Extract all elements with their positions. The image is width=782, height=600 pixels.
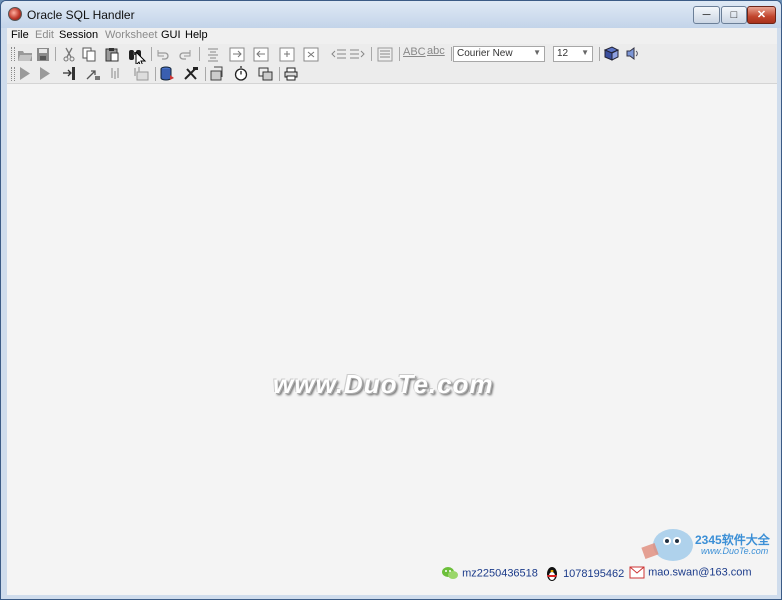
wechat-id: mz2250436518 [462, 567, 538, 580]
execute-button[interactable] [17, 66, 33, 81]
maximize-button[interactable]: □ [721, 6, 747, 24]
undo-icon [157, 50, 169, 60]
open-folder-icon [18, 51, 32, 61]
printer-icon [284, 67, 298, 81]
snapshot-button[interactable] [257, 66, 273, 81]
scissors-icon [63, 47, 75, 62]
email-address: mao.swan@163.com [648, 566, 752, 579]
commit-button[interactable] [109, 66, 125, 81]
title-bar[interactable]: Oracle SQL Handler ─ □ ✕ [1, 1, 781, 28]
align-center-button[interactable] [205, 47, 221, 62]
copy-button[interactable] [81, 47, 97, 62]
menu-bar: File Edit Session Worksheet GUI Help [7, 28, 777, 44]
qq-contact[interactable]: 1078195462 [544, 566, 624, 582]
font-size-select[interactable]: 12 ▼ [553, 46, 593, 62]
menu-edit[interactable]: Edit [35, 29, 54, 41]
close-button[interactable]: ✕ [747, 6, 776, 24]
uppercase-button[interactable]: ABC [403, 46, 426, 61]
shift-right-button[interactable] [349, 47, 365, 62]
wechat-icon [442, 567, 458, 579]
uncomment-block-icon [303, 47, 319, 62]
indent-right-button[interactable] [229, 47, 245, 62]
brand-logo: 2345软件大全 www.DuoTe.com [637, 521, 777, 567]
step-into-icon [63, 67, 75, 80]
comment-block-icon [279, 47, 295, 62]
floppy-icon [37, 48, 49, 61]
step-out-icon [86, 70, 100, 80]
paste-button[interactable] [104, 47, 120, 62]
print-button[interactable] [283, 66, 299, 81]
uncomment-block-button[interactable] [303, 47, 319, 62]
play-icon [20, 67, 30, 80]
rollback-button[interactable] [133, 66, 149, 81]
play-icon [40, 67, 50, 80]
save-button[interactable] [35, 47, 51, 62]
toolbar-grip[interactable] [11, 47, 15, 61]
step-into-button[interactable] [61, 66, 77, 81]
toolbar-grip[interactable] [11, 67, 15, 81]
help-book-button[interactable] [603, 46, 619, 61]
window-title: Oracle SQL Handler [27, 8, 135, 22]
menu-gui[interactable]: GUI [161, 29, 181, 41]
tools-button[interactable] [183, 66, 199, 81]
sound-button[interactable] [625, 46, 641, 61]
wechat-contact[interactable]: mz2250436518 [441, 566, 538, 581]
explain-plan-button[interactable] [209, 66, 225, 81]
commit-icon [111, 68, 119, 79]
shift-left-button[interactable] [331, 47, 347, 62]
workspace-area[interactable]: www.DuoTe.com [7, 84, 777, 595]
undo-button[interactable] [155, 47, 171, 62]
brand-url: www.DuoTe.com [701, 546, 769, 556]
timer-button[interactable] [233, 66, 249, 81]
explain-plan-icon [210, 66, 223, 81]
qq-penguin-icon [547, 567, 557, 581]
font-name-value: Courier New [457, 48, 513, 59]
app-window: Oracle SQL Handler ─ □ ✕ File Edit Sessi… [0, 0, 782, 600]
redo-button[interactable] [177, 47, 193, 62]
stopwatch-icon [234, 66, 248, 81]
minimize-button[interactable]: ─ [693, 6, 720, 24]
book-icon [603, 46, 619, 61]
envelope-icon [629, 566, 645, 579]
menu-worksheet[interactable]: Worksheet [105, 29, 157, 41]
redo-icon [179, 50, 191, 60]
window-bottom-border [7, 595, 777, 599]
indent-right-icon [229, 47, 245, 62]
font-size-value: 12 [557, 48, 569, 59]
align-center-icon [208, 48, 218, 62]
database-connect-button[interactable] [159, 66, 175, 81]
list-icon [377, 47, 393, 62]
font-name-select[interactable]: Courier New ▼ [453, 46, 545, 62]
indent-left-icon [253, 47, 269, 62]
qq-number: 1078195462 [563, 567, 625, 580]
format-list-button[interactable] [377, 47, 393, 62]
cut-button[interactable] [61, 47, 77, 62]
session-toolbar [7, 64, 777, 84]
open-folder-button[interactable] [17, 47, 33, 62]
menu-file[interactable]: File [11, 29, 29, 41]
copy-icon [82, 47, 96, 62]
shift-right-icon [350, 49, 365, 59]
clipboard-icon [105, 48, 119, 62]
menu-session[interactable]: Session [59, 29, 98, 41]
menu-help[interactable]: Help [185, 29, 208, 41]
main-toolbar: ABC abc Courier New ▼ 12 ▼ [7, 44, 777, 67]
chevron-down-icon: ▼ [581, 48, 589, 57]
comment-block-button[interactable] [279, 47, 295, 62]
database-icon [160, 66, 174, 81]
lowercase-button[interactable]: abc [427, 45, 447, 60]
snapshot-icon [258, 67, 273, 81]
chevron-down-icon: ▼ [533, 48, 541, 57]
indent-left-button[interactable] [253, 47, 269, 62]
step-out-button[interactable] [85, 66, 101, 81]
wrench-hammer-icon [184, 67, 198, 80]
execute-script-button[interactable] [37, 66, 53, 81]
oracle-app-icon[interactable] [8, 7, 22, 21]
rollback-icon [134, 67, 149, 81]
email-contact[interactable]: mao.swan@163.com [629, 566, 752, 579]
watermark-text: www.DuoTe.com [273, 369, 494, 399]
shift-left-icon [331, 49, 346, 59]
speaker-icon [626, 47, 638, 60]
